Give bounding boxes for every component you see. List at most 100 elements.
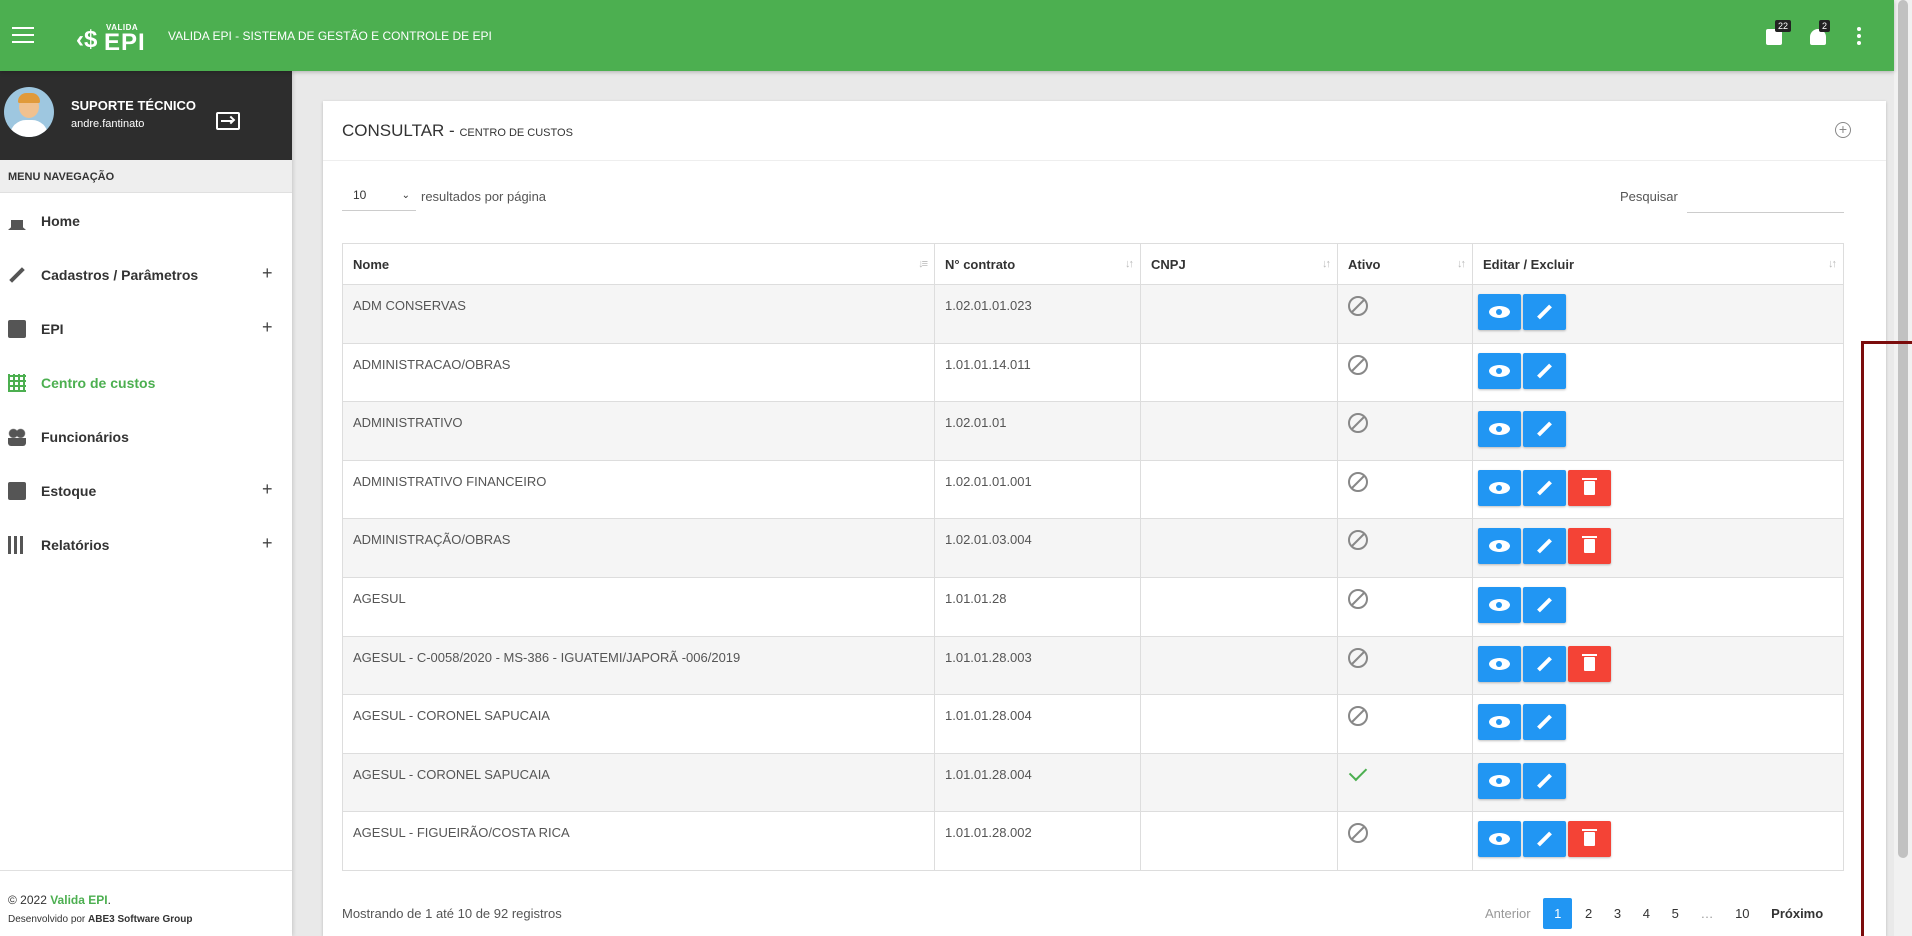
expand-icon[interactable]: +	[262, 479, 273, 500]
add-icon[interactable]: +	[1835, 122, 1851, 138]
sort-icon: ↓↑	[1457, 258, 1466, 270]
delete-button[interactable]	[1568, 645, 1611, 682]
column-header-cnpj[interactable]: CNPJ ↓↑	[1140, 243, 1338, 285]
sidebar-item-label: Funcionários	[41, 429, 129, 445]
cell-contrato: 1.02.01.01.001	[934, 460, 1141, 520]
expand-icon[interactable]: +	[262, 533, 273, 554]
view-button[interactable]	[1478, 294, 1521, 330]
edit-button[interactable]	[1523, 762, 1566, 799]
table-row: AGESUL - FIGUEIRÃO/COSTA RICA 1.01.01.28.…	[342, 811, 1844, 871]
page-scrollbar[interactable]	[1894, 0, 1912, 936]
ban-icon	[1348, 588, 1368, 609]
view-button[interactable]	[1478, 704, 1521, 741]
column-header-ativo[interactable]: Ativo ↓↑	[1337, 243, 1473, 285]
table-row: AGESUL - CORONEL SAPUCAIA 1.01.01.28.004	[342, 753, 1844, 813]
column-header-actions[interactable]: Editar / Excluir ↓↑	[1472, 243, 1844, 285]
logo[interactable]: ‹$ VALIDA EPI	[76, 20, 146, 56]
pagination: Anterior 1 2 3 4 5 … 10 Próximo	[1476, 898, 1832, 929]
more-options-icon[interactable]	[1855, 27, 1863, 47]
view-button[interactable]	[1478, 528, 1521, 565]
menu-icon[interactable]	[12, 27, 34, 43]
cell-actions	[1472, 753, 1844, 813]
edit-button[interactable]	[1523, 704, 1566, 741]
cell-nome: AGESUL - CORONEL SAPUCAIA	[342, 753, 935, 813]
view-button[interactable]	[1478, 411, 1521, 448]
copyright: © 2022 Valida EPI.	[8, 893, 111, 907]
view-button[interactable]	[1478, 469, 1521, 506]
pagination-page-1[interactable]: 1	[1543, 898, 1573, 929]
view-button[interactable]	[1478, 821, 1521, 858]
clipboard-check-icon	[8, 482, 26, 500]
cell-nome: AGESUL - C-0058/2020 - MS-386 - IGUATEMI…	[342, 636, 935, 696]
column-header-nome[interactable]: Nome ↓≡	[342, 243, 935, 285]
table-row: AGESUL - CORONEL SAPUCAIA 1.01.01.28.004	[342, 694, 1844, 754]
sidebar-item-label: Estoque	[41, 483, 97, 499]
eye-icon	[1489, 716, 1510, 729]
logo-big-text: EPI	[104, 29, 146, 56]
search-input[interactable]	[1687, 181, 1844, 213]
view-button[interactable]	[1478, 352, 1521, 389]
sort-asc-icon: ↓≡	[918, 258, 928, 270]
edit-button[interactable]	[1523, 645, 1566, 682]
tasks-icon[interactable]: 22	[1763, 20, 1792, 50]
pagination-page-10[interactable]: 10	[1726, 898, 1758, 929]
sidebar-item-label: Centro de custos	[41, 375, 156, 391]
cell-ativo	[1337, 577, 1473, 637]
eye-icon	[1489, 423, 1510, 436]
sidebar-item-centro-de-custos[interactable]: Centro de custos	[0, 355, 292, 409]
sidebar-item-estoque[interactable]: Estoque +	[0, 463, 292, 517]
user-panel: SUPORTE TÉCNICO andre.fantinato	[0, 71, 292, 160]
cell-contrato: 1.01.01.28.002	[934, 811, 1141, 871]
view-button[interactable]	[1478, 645, 1521, 682]
page-length-select[interactable]: 10 ⌄	[342, 184, 416, 211]
cell-nome: ADMINISTRATIVO FINANCEIRO	[342, 460, 935, 520]
expand-icon[interactable]: +	[262, 263, 273, 284]
eye-icon	[1489, 481, 1510, 494]
logout-icon[interactable]	[216, 112, 240, 130]
pencil-icon	[1537, 538, 1552, 554]
table-info: Mostrando de 1 até 10 de 92 registros	[342, 906, 562, 921]
scrollbar-thumb[interactable]	[1898, 0, 1908, 858]
edit-button[interactable]	[1523, 352, 1566, 389]
edit-button[interactable]	[1523, 586, 1566, 623]
eye-icon	[1489, 833, 1510, 846]
column-header-contrato[interactable]: N° contrato ↓↑	[934, 243, 1141, 285]
pencil-icon	[1537, 773, 1552, 789]
brand-link[interactable]: Valida EPI	[50, 893, 107, 907]
expand-icon[interactable]: +	[262, 317, 273, 338]
pagination-page-3[interactable]: 3	[1605, 898, 1630, 929]
ban-icon	[1348, 413, 1368, 434]
ban-icon	[1348, 296, 1368, 316]
edit-button[interactable]	[1523, 469, 1566, 506]
view-button[interactable]	[1478, 762, 1521, 799]
edit-button[interactable]	[1523, 821, 1566, 858]
edit-button[interactable]	[1523, 294, 1566, 330]
edit-button[interactable]	[1523, 411, 1566, 448]
sort-icon: ↓↑	[1322, 258, 1331, 270]
sidebar-item-epi[interactable]: EPI +	[0, 301, 292, 355]
view-button[interactable]	[1478, 586, 1521, 623]
delete-button[interactable]	[1568, 528, 1611, 565]
pencil-icon	[1537, 714, 1552, 730]
sidebar-item-cadastros[interactable]: Cadastros / Parâmetros +	[0, 247, 292, 301]
sidebar-item-funcionarios[interactable]: Funcionários	[0, 409, 292, 463]
sidebar: SUPORTE TÉCNICO andre.fantinato MENU NAV…	[0, 71, 292, 936]
sidebar-item-label: Home	[41, 213, 80, 229]
pagination-prev[interactable]: Anterior	[1476, 898, 1540, 929]
cell-actions	[1472, 811, 1844, 871]
cell-nome: AGESUL	[342, 577, 935, 637]
delete-button[interactable]	[1568, 469, 1611, 506]
notifications-icon[interactable]: 2	[1807, 20, 1833, 50]
eye-icon	[1489, 598, 1510, 611]
sidebar-item-home[interactable]: Home	[0, 193, 292, 247]
pagination-page-2[interactable]: 2	[1576, 898, 1601, 929]
pagination-page-4[interactable]: 4	[1634, 898, 1659, 929]
delete-button[interactable]	[1568, 821, 1611, 858]
pagination-next[interactable]: Próximo	[1762, 898, 1832, 929]
pagination-page-5[interactable]: 5	[1663, 898, 1688, 929]
cell-cnpj	[1140, 753, 1338, 813]
cell-actions	[1472, 518, 1844, 578]
edit-button[interactable]	[1523, 528, 1566, 565]
logo-mark: ‹$	[76, 26, 98, 53]
sidebar-item-relatorios[interactable]: Relatórios +	[0, 517, 292, 571]
